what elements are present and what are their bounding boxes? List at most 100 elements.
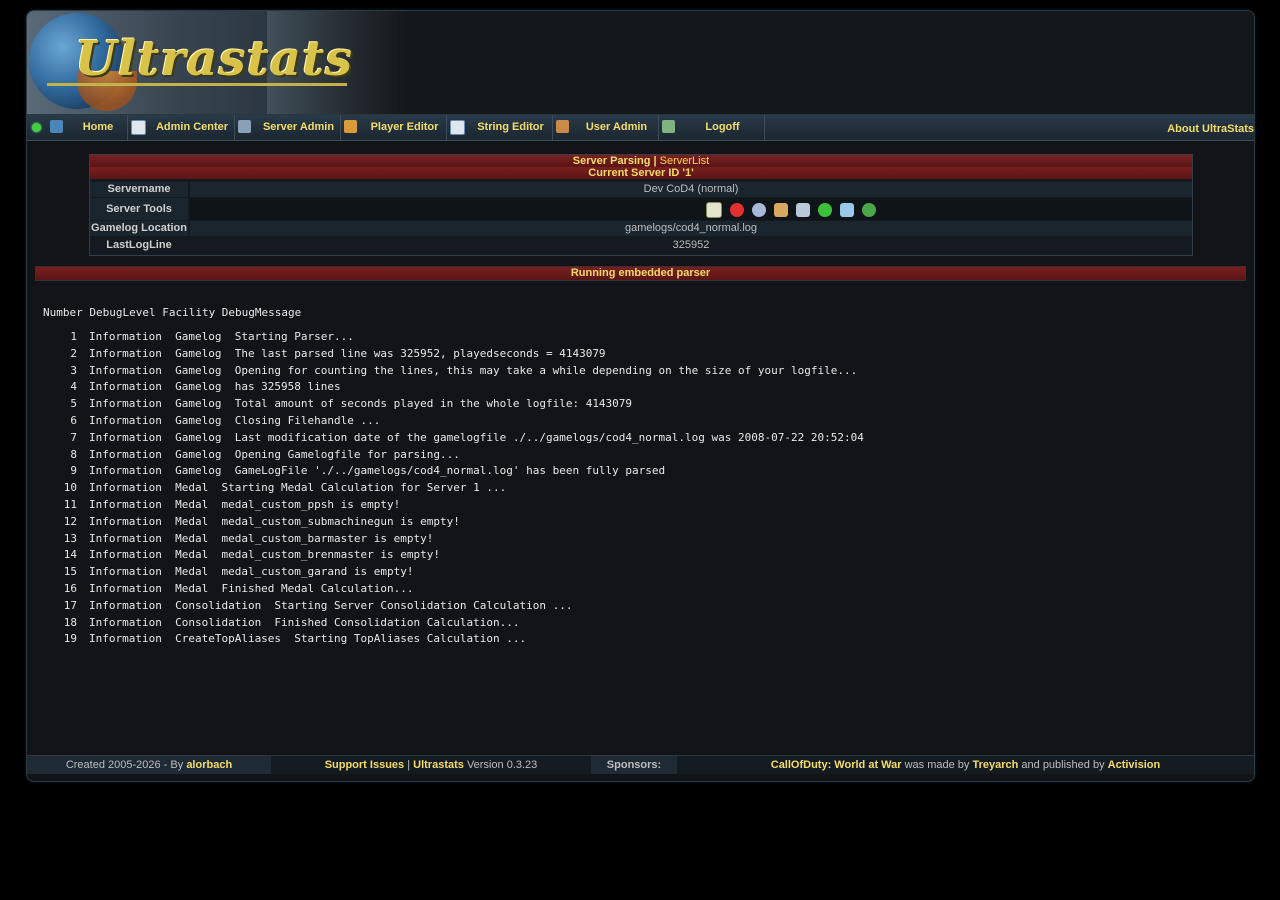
settings-icon[interactable] [752, 203, 766, 218]
log-row-message: Information CreateTopAliases Starting To… [89, 632, 527, 646]
log-row-number: 6 [70, 413, 77, 427]
log-row-number: 18 [63, 615, 77, 629]
server-tools-label: Server Tools [90, 198, 188, 220]
log-row-message: Information Gamelog Opening for counting… [89, 363, 858, 377]
log-row-message: Information Consolidation Starting Serve… [89, 598, 573, 612]
nav-user-admin[interactable]: User Admin [553, 115, 659, 140]
log-row: 5 Information Gamelog Total amount of sec… [43, 397, 864, 414]
developer-link[interactable]: Treyarch [972, 759, 1018, 771]
serverlist-link[interactable]: ServerList [660, 155, 710, 167]
checklist-icon [131, 120, 146, 135]
log-row-number: 4 [70, 380, 77, 394]
log-row-message: Information Medal medal_custom_barmaster… [89, 531, 434, 545]
log-row-number: 13 [63, 531, 77, 545]
nav-player-editor[interactable]: Player Editor [341, 115, 447, 140]
log-row-message: Information Medal Finished Medal Calcula… [89, 581, 414, 595]
game-link[interactable]: CallOfDuty: World at War [771, 759, 902, 771]
log-row: 10 Information Medal Starting Medal Calcu… [43, 481, 864, 498]
delete-icon[interactable] [730, 203, 744, 218]
users-icon [556, 120, 569, 133]
log-row: 6 Information Gamelog Closing Filehandle … [43, 414, 864, 431]
support-issues-link[interactable]: Support Issues [325, 759, 404, 771]
users-icon[interactable] [774, 203, 788, 218]
footer-credits: Created 2005-2026 - By alorbach [27, 756, 271, 774]
log-row: 12 Information Medal medal_custom_submach… [43, 515, 864, 532]
nav-admin-center-label: Admin Center [155, 121, 229, 133]
log-row: 8 Information Gamelog Opening Gamelogfile… [43, 448, 864, 465]
log-row: 9 Information Gamelog GameLogFile './../g… [43, 464, 864, 481]
log-row: 13 Information Medal medal_custom_barmast… [43, 532, 864, 549]
logo-text: Ultrastats [75, 31, 354, 87]
log-row-number: 17 [63, 598, 77, 612]
current-server-header: Current Server ID '1' [90, 167, 1192, 179]
version-text: Version 0.3.23 [466, 759, 538, 771]
log-row: 17 Information Consolidation Starting Ser… [43, 599, 864, 616]
recycle-icon[interactable] [840, 203, 854, 218]
log-row-number: 19 [63, 632, 77, 646]
log-row-message: Information Consolidation Finished Conso… [89, 615, 520, 629]
log-row: 2 Information Gamelog The last parsed lin… [43, 347, 864, 364]
main-nav: Home Admin Center Server Admin Player Ed… [27, 115, 1254, 141]
published-by-text: and published by [1021, 759, 1105, 771]
log-row-message: Information Gamelog has 325958 lines [89, 380, 341, 394]
log-row-message: Information Medal medal_custom_garand is… [89, 565, 414, 579]
parser-log: Number DebugLevel Facility DebugMessage … [43, 306, 864, 649]
status-dot-icon [32, 123, 41, 132]
nav-logoff[interactable]: Logoff [659, 115, 765, 140]
log-row: 19 Information CreateTopAliases Starting … [43, 632, 864, 649]
server-parsing-title: Server Parsing | [572, 155, 657, 167]
log-row: 15 Information Medal medal_custom_garand … [43, 565, 864, 582]
row-server-tools: Server Tools [90, 198, 1192, 220]
row-gamelog-location: Gamelog Location gamelogs/cod4_normal.lo… [90, 221, 1192, 236]
ultrastats-logo[interactable]: Ultrastats [27, 11, 407, 114]
nav-server-admin-label: Server Admin [262, 121, 335, 133]
nav-string-editor[interactable]: String Editor [447, 115, 553, 140]
about-link[interactable]: About UltraStats [1167, 123, 1254, 135]
log-row-number: 16 [63, 581, 77, 595]
logoff-icon [662, 120, 675, 133]
lastlogline-label: LastLogLine [90, 238, 188, 253]
server-tools-icons [706, 199, 884, 221]
log-row: 3 Information Gamelog Opening for countin… [43, 364, 864, 381]
edit-icon[interactable] [706, 202, 722, 219]
nav-player-editor-label: Player Editor [370, 121, 439, 133]
log-row: 16 Information Medal Finished Medal Calcu… [43, 582, 864, 599]
home-icon [50, 120, 63, 133]
nav-server-admin[interactable]: Server Admin [235, 115, 341, 140]
lastlogline-value: 325952 [190, 238, 1192, 253]
footer: Created 2005-2026 - By alorbach Support … [27, 755, 1254, 774]
footer-separator: | [407, 759, 411, 771]
log-rows: 1 Information Gamelog Starting Parser... 2… [43, 330, 864, 649]
nav-string-editor-label: String Editor [477, 121, 544, 133]
author-link[interactable]: alorbach [186, 759, 232, 771]
log-row-message: Information Gamelog Starting Parser... [89, 330, 354, 343]
refresh-icon[interactable] [818, 203, 832, 218]
log-row: 4 Information Gamelog has 325958 lines [43, 380, 864, 397]
checklist-icon [450, 120, 465, 135]
log-header: Number DebugLevel Facility DebugMessage [43, 306, 302, 319]
log-row-number: 7 [70, 430, 77, 444]
created-text: Created 2005-2026 - By [65, 759, 184, 771]
download-icon[interactable] [862, 203, 876, 218]
log-row-number: 5 [70, 397, 77, 411]
nav-admin-center[interactable]: Admin Center [128, 115, 235, 140]
nav-home[interactable]: Home [47, 115, 128, 140]
log-row-number: 3 [70, 363, 77, 377]
log-row-number: 15 [63, 565, 77, 579]
log-row-message: Information Medal medal_custom_brenmaste… [89, 548, 440, 562]
made-by-text: was made by [904, 759, 970, 771]
log-row-number: 2 [70, 346, 77, 360]
ultrastats-link[interactable]: Ultrastats [413, 759, 464, 771]
server-tools-value [190, 198, 1192, 220]
log-row-message: Information Medal medal_custom_ppsh is e… [89, 497, 401, 511]
log-row-message: Information Medal Starting Medal Calcula… [89, 481, 507, 495]
banner: Ultrastats [27, 11, 1254, 115]
publisher-link[interactable]: Activision [1108, 759, 1161, 771]
log-row-number: 12 [63, 514, 77, 528]
server-parsing-header: Server Parsing | ServerList [90, 155, 1192, 167]
stats-icon[interactable] [796, 203, 810, 218]
sponsors-label: Sponsors: [606, 759, 662, 771]
nav-home-label: Home [82, 121, 114, 133]
gamelog-location-label: Gamelog Location [90, 221, 188, 236]
log-row-number: 1 [70, 330, 77, 343]
